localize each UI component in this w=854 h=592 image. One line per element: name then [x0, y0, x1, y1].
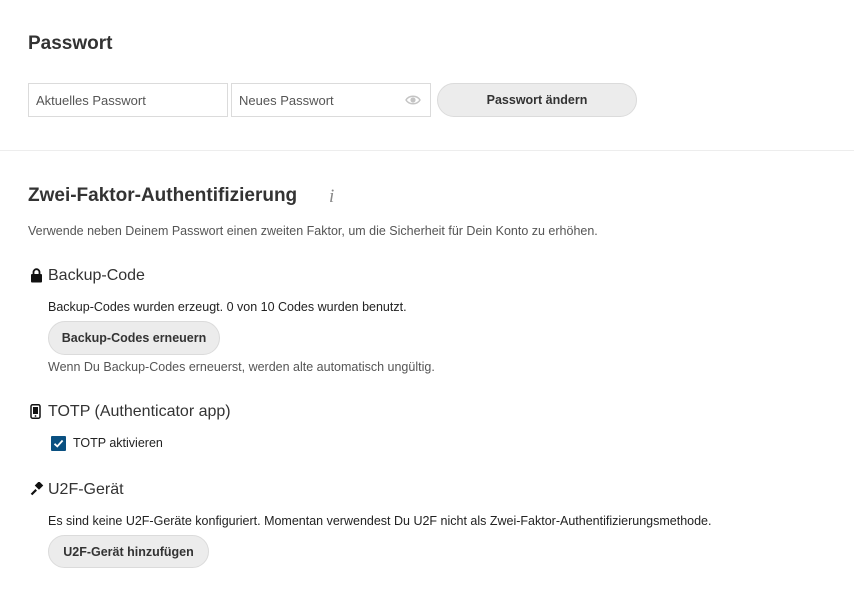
new-password-wrapper	[231, 83, 431, 117]
lock-icon	[31, 268, 42, 283]
totp-heading: TOTP (Authenticator app)	[48, 403, 231, 420]
current-password-field[interactable]	[28, 83, 228, 117]
backup-code-heading: Backup-Code	[48, 267, 145, 284]
password-section-title: Passwort	[28, 33, 113, 54]
totp-enable-checkbox[interactable]	[51, 436, 66, 451]
totp-enable-label[interactable]: TOTP aktivieren	[73, 436, 163, 450]
u2f-heading: U2F-Gerät	[48, 481, 124, 498]
change-password-button[interactable]: Passwort ändern	[437, 83, 637, 117]
info-icon[interactable]: i	[329, 186, 334, 208]
usb-icon	[30, 482, 44, 496]
backup-code-status: Backup-Codes wurden erzeugt. 0 von 10 Co…	[48, 300, 407, 314]
new-password-field[interactable]	[231, 83, 431, 117]
section-divider	[0, 150, 854, 151]
checkmark-icon	[53, 439, 64, 448]
phone-icon	[30, 404, 41, 419]
two-factor-description: Verwende neben Deinem Passwort einen zwe…	[28, 224, 598, 238]
two-factor-section-title: Zwei-Faktor-Authentifizierung	[28, 185, 298, 206]
backup-code-hint: Wenn Du Backup-Codes erneuerst, werden a…	[48, 360, 435, 374]
u2f-status: Es sind keine U2F-Geräte konfiguriert. M…	[48, 514, 712, 528]
eye-icon[interactable]	[405, 93, 421, 107]
add-u2f-device-button[interactable]: U2F-Gerät hinzufügen	[48, 535, 209, 568]
regenerate-backup-codes-button[interactable]: Backup-Codes erneuern	[48, 321, 220, 355]
